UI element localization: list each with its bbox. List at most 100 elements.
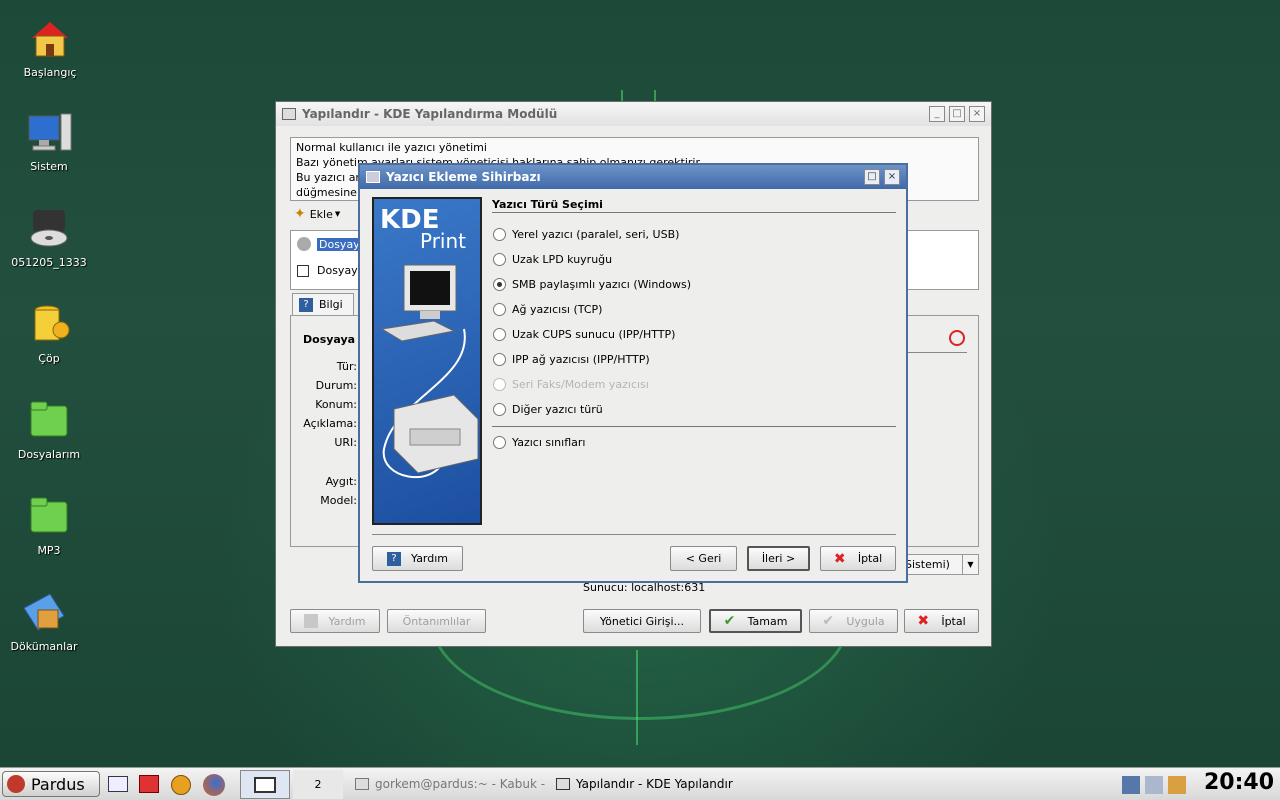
- printer-type-option[interactable]: Ağ yazıcısı (TCP): [493, 303, 602, 316]
- printer-type-option[interactable]: SMB paylaşımlı yazıcı (Windows): [493, 278, 691, 291]
- pdf-icon: [949, 330, 965, 346]
- wizard-titlebar[interactable]: Yazıcı Ekleme Sihirbazı □ ×: [360, 165, 906, 189]
- radio-button[interactable]: [493, 436, 506, 449]
- tab-info[interactable]: ? Bilgi: [292, 293, 354, 315]
- defaults-button[interactable]: Öntanımlılar: [387, 609, 486, 633]
- printer-icon: [366, 171, 380, 183]
- printer-type-option: Seri Faks/Modem yazıcısı: [493, 378, 649, 391]
- printer-icon: [282, 108, 296, 120]
- add-printer-toolbar-button[interactable]: ✦ Ekle ▼: [294, 206, 340, 222]
- computer-printer-illustration: [380, 264, 479, 478]
- printer-icon: [556, 778, 570, 790]
- settings-icon[interactable]: [171, 775, 191, 795]
- desktop-icon-mp3[interactable]: MP3: [1, 492, 97, 557]
- desktop-icon-dosyalarim[interactable]: Dosyalarım: [1, 396, 97, 461]
- printer-class-icon: [297, 237, 311, 251]
- wallpaper-line: [636, 650, 638, 745]
- firefox-icon[interactable]: [203, 774, 225, 796]
- home-icon[interactable]: [139, 775, 159, 793]
- printer-type-option[interactable]: Yerel yazıcı (paralel, seri, USB): [493, 228, 679, 241]
- radio-button[interactable]: [493, 228, 506, 241]
- home-icon: [26, 14, 74, 62]
- divider: [492, 426, 896, 427]
- close-button[interactable]: ×: [884, 169, 900, 185]
- desktop-icon-baslangic[interactable]: Başlangıç: [2, 14, 98, 79]
- field-label: Durum:: [315, 379, 357, 392]
- apply-button[interactable]: ✔ Uygula: [809, 609, 898, 633]
- maximize-button[interactable]: □: [949, 106, 965, 122]
- ok-button[interactable]: ✔ Tamam: [709, 609, 802, 633]
- folder-icon: [25, 396, 73, 444]
- network-icon[interactable]: [1122, 776, 1140, 794]
- radio-button[interactable]: [493, 403, 506, 416]
- add-printer-wizard: Yazıcı Ekleme Sihirbazı □ × KDE Print Ya…: [358, 163, 908, 583]
- radio-button[interactable]: [493, 303, 506, 316]
- documents-icon: [20, 588, 68, 636]
- radio-button[interactable]: [493, 328, 506, 341]
- maximize-button[interactable]: □: [864, 169, 880, 185]
- help-icon: ?: [386, 551, 401, 566]
- disc-drive-icon: [25, 204, 73, 252]
- cancel-icon: ✖: [833, 550, 846, 567]
- desktop-pager-1[interactable]: [240, 770, 290, 799]
- printer-type-option[interactable]: Diğer yazıcı türü: [493, 403, 603, 416]
- task-config[interactable]: Yapılandır - KDE Yapılandır: [556, 771, 756, 797]
- help-icon: [304, 614, 319, 628]
- terminal-icon: [355, 778, 369, 790]
- clock[interactable]: 20:40: [1200, 770, 1278, 795]
- wizard-help-button[interactable]: ? Yardım: [372, 546, 463, 571]
- kdeprint-banner: KDE Print: [372, 197, 482, 525]
- desktop-icon-dokumanlar[interactable]: Dökümanlar: [0, 588, 92, 653]
- desktop-icon-cop[interactable]: Çöp: [1, 300, 97, 365]
- check-icon: ✔: [822, 613, 835, 629]
- chevron-down-icon: ▼: [962, 555, 978, 574]
- help-icon: ?: [299, 297, 313, 312]
- wizard-heading: Yazıcı Türü Seçimi: [492, 198, 603, 211]
- chevron-down-icon: ▼: [334, 210, 341, 218]
- start-button[interactable]: Pardus: [2, 771, 100, 797]
- field-label: Açıklama:: [303, 417, 357, 430]
- window-preview-icon: [254, 776, 276, 793]
- desktop-icon-disc[interactable]: 051205_1333: [1, 204, 97, 269]
- divider: [907, 352, 967, 353]
- desktop-pager-2[interactable]: 2: [293, 770, 343, 799]
- printer-type-option[interactable]: Uzak LPD kuyruğu: [493, 253, 612, 266]
- field-label: URI:: [334, 436, 357, 449]
- divider: [492, 212, 896, 213]
- minimize-button[interactable]: _: [929, 106, 945, 122]
- desktop-icon-sistem[interactable]: Sistem: [1, 108, 97, 173]
- radio-button[interactable]: [493, 278, 506, 291]
- close-button[interactable]: ×: [969, 106, 985, 122]
- folder-icon: [25, 492, 73, 540]
- task-terminal[interactable]: gorkem@pardus:~ - Kabuk - K: [355, 771, 550, 797]
- next-button[interactable]: İleri >: [747, 546, 810, 571]
- volume-icon[interactable]: [1145, 776, 1163, 794]
- computer-icon: [25, 108, 73, 156]
- wizard-cancel-button[interactable]: ✖ İptal: [820, 546, 896, 571]
- back-button[interactable]: < Geri: [670, 546, 737, 571]
- field-label: Model:: [320, 494, 357, 507]
- pardus-logo-icon: [7, 775, 25, 793]
- config-titlebar[interactable]: Yapılandır - KDE Yapılandırma Modülü _ □…: [276, 102, 991, 126]
- list-item[interactable]: Dosyay: [297, 264, 358, 277]
- admin-login-button[interactable]: Yönetici Girişi...: [583, 609, 701, 633]
- save-icon: [297, 264, 309, 277]
- field-label: Tür:: [336, 360, 357, 373]
- cancel-button[interactable]: ✖ İptal: [904, 609, 979, 633]
- wand-icon: ✦: [294, 206, 306, 222]
- keyboard-layout-icon[interactable]: [1168, 776, 1186, 794]
- taskbar: Pardus 2 gorkem@pardus:~ - Kabuk - K Yap…: [0, 767, 1280, 800]
- trash-icon: [25, 300, 73, 348]
- check-icon: ✔: [723, 613, 736, 629]
- radio-button: [493, 378, 506, 391]
- radio-button[interactable]: [493, 353, 506, 366]
- printer-class-option[interactable]: Yazıcı sınıfları: [493, 436, 585, 449]
- radio-button[interactable]: [493, 253, 506, 266]
- field-label: Konum:: [315, 398, 357, 411]
- help-button[interactable]: Yardım: [290, 609, 380, 633]
- field-label: Aygıt:: [325, 475, 357, 488]
- printer-type-option[interactable]: Uzak CUPS sunucu (IPP/HTTP): [493, 328, 675, 341]
- divider: [372, 534, 896, 535]
- mail-icon[interactable]: [108, 776, 128, 792]
- printer-type-option[interactable]: IPP ağ yazıcısı (IPP/HTTP): [493, 353, 650, 366]
